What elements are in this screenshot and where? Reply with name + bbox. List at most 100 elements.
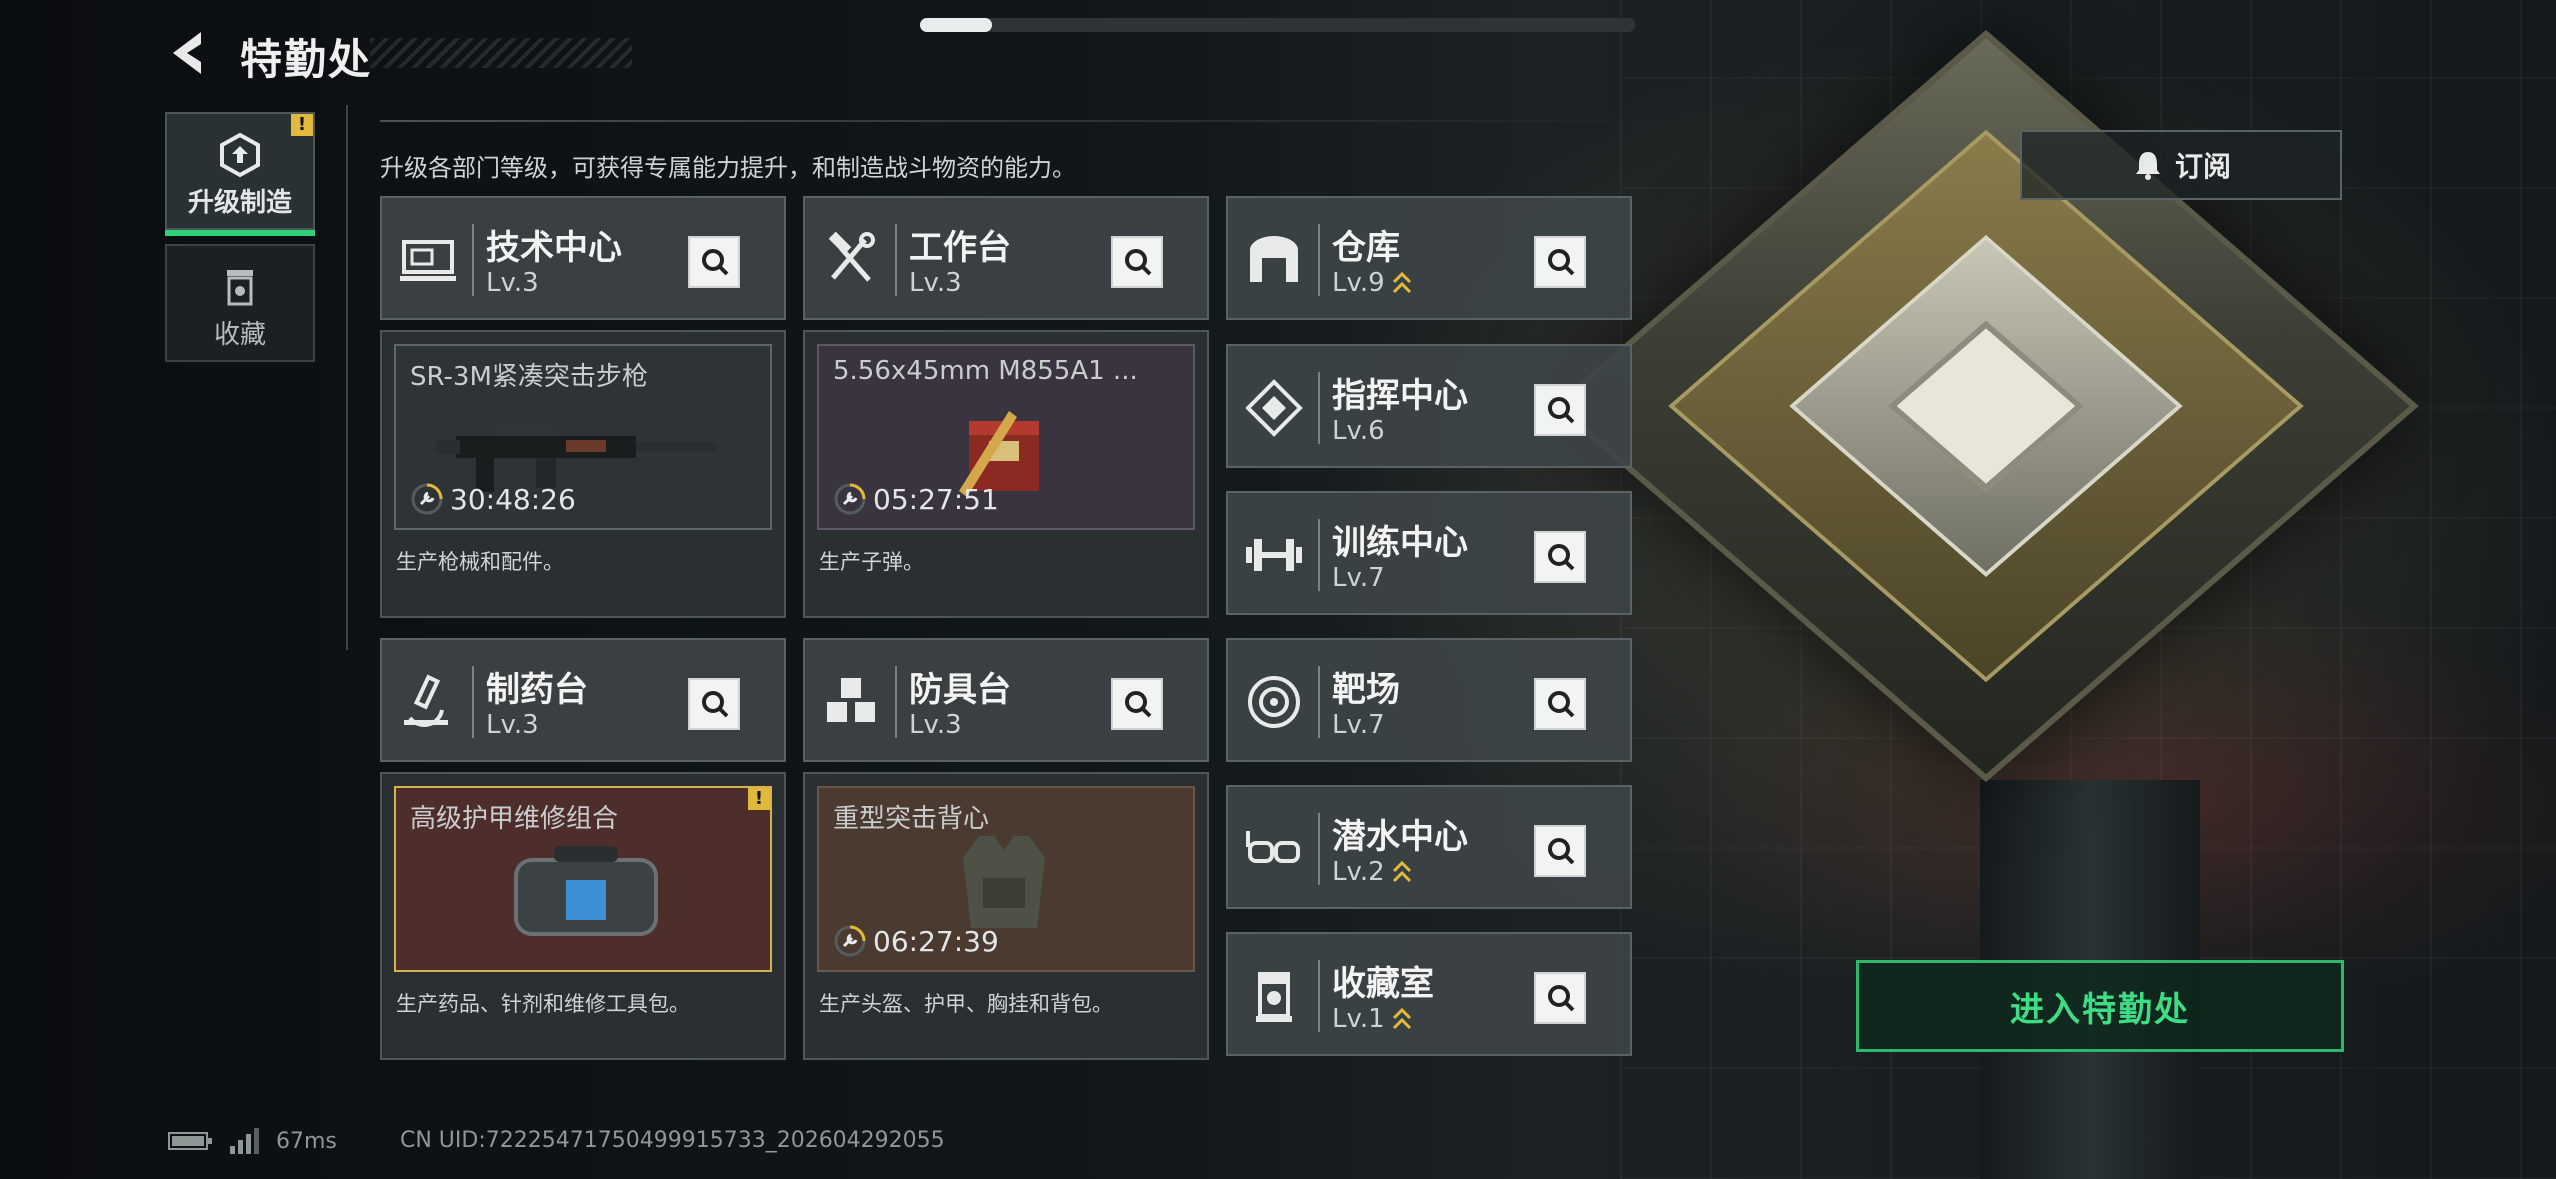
search-icon bbox=[1548, 544, 1575, 571]
level-text: Lv.2 bbox=[1332, 857, 1385, 887]
bell-icon bbox=[2135, 152, 2160, 180]
facility-level: Lv.3 bbox=[909, 268, 962, 298]
search-icon bbox=[702, 249, 729, 276]
diving-mask-icon bbox=[1246, 831, 1300, 863]
production-panel-pharmacy[interactable]: 高级护甲维修组合 ! 生产药品、针剂和维修工具包。 bbox=[380, 772, 786, 1060]
facility-name: 仓库 bbox=[1332, 228, 1400, 268]
timer-value: 05:27:51 bbox=[873, 482, 999, 516]
tech-center-icon bbox=[400, 240, 456, 281]
item-name: 高级护甲维修组合 bbox=[410, 804, 619, 834]
production-slot[interactable]: SR-3M紧凑突击步枪 30:48:26 bbox=[394, 344, 772, 530]
search-button[interactable] bbox=[1534, 972, 1586, 1024]
dumbbell-icon bbox=[1246, 539, 1302, 571]
page-subtitle: 升级各部门等级，可获得专属能力提升，和制造战斗物资的能力。 bbox=[380, 154, 1076, 182]
search-button[interactable] bbox=[1111, 236, 1163, 288]
alert-badge: ! bbox=[291, 114, 313, 136]
production-slot[interactable]: 高级护甲维修组合 ! bbox=[394, 786, 772, 972]
production-desc: 生产头盔、护甲、胸挂和背包。 bbox=[819, 992, 1113, 1016]
battery-icon bbox=[168, 1132, 212, 1150]
facility-card-diving-center[interactable]: 潜水中心 Lv.2 bbox=[1226, 785, 1632, 909]
search-button[interactable] bbox=[1534, 531, 1586, 583]
search-icon bbox=[1125, 249, 1152, 276]
facility-level: Lv.3 bbox=[486, 710, 539, 740]
production-slot[interactable]: 5.56x45mm M855A1 ... 05:27:51 bbox=[817, 344, 1195, 530]
wrench-timer-icon bbox=[834, 925, 866, 957]
facility-card-tech-center[interactable]: 技术中心 Lv.3 bbox=[380, 196, 786, 320]
facility-name: 训练中心 bbox=[1332, 523, 1468, 563]
search-icon bbox=[1548, 397, 1575, 424]
tab-upgrade-craft-label: 升级制造 bbox=[187, 188, 292, 218]
wrench-timer-icon bbox=[411, 483, 443, 515]
signal-icon bbox=[230, 1128, 259, 1154]
facility-level: Lv.7 bbox=[1332, 563, 1385, 593]
search-button[interactable] bbox=[1534, 384, 1586, 436]
back-arrow-icon[interactable] bbox=[165, 28, 215, 78]
search-icon bbox=[1548, 985, 1575, 1012]
production-panel-tech-center[interactable]: SR-3M紧凑突击步枪 30:48:26 生产枪械和配件。 bbox=[380, 330, 786, 618]
facility-card-training-center[interactable]: 训练中心 Lv.7 bbox=[1226, 491, 1632, 615]
facility-name: 防具台 bbox=[909, 670, 1011, 710]
search-button[interactable] bbox=[1534, 825, 1586, 877]
facility-card-workbench[interactable]: 工作台 Lv.3 bbox=[803, 196, 1209, 320]
production-panel-workbench[interactable]: 5.56x45mm M855A1 ... 05:27:51 生产子弹。 bbox=[803, 330, 1209, 618]
search-button[interactable] bbox=[1111, 678, 1163, 730]
facility-name: 工作台 bbox=[909, 228, 1011, 268]
subscribe-button[interactable]: 订阅 bbox=[2020, 130, 2342, 200]
item-name: 5.56x45mm M855A1 ... bbox=[833, 356, 1138, 386]
enter-special-ops-button[interactable]: 进入特勤处 bbox=[1856, 960, 2344, 1052]
tab-collection-label: 收藏 bbox=[213, 320, 266, 350]
repair-kit-bag-icon bbox=[514, 846, 658, 936]
item-name: SR-3M紧凑突击步枪 bbox=[410, 362, 648, 392]
facility-name: 收藏室 bbox=[1332, 964, 1434, 1004]
facility-level: Lv.9 bbox=[1332, 268, 1413, 298]
alert-badge: ! bbox=[748, 788, 770, 810]
armor-vest-icon bbox=[963, 836, 1045, 928]
search-icon bbox=[702, 691, 729, 718]
production-desc: 生产子弹。 bbox=[819, 550, 924, 574]
facility-card-collection-room[interactable]: 收藏室 Lv.1 bbox=[1226, 932, 1632, 1056]
command-center-icon bbox=[1245, 379, 1303, 437]
hammer-wrench-icon bbox=[828, 231, 875, 282]
search-icon bbox=[1548, 249, 1575, 276]
timer: 06:27:39 bbox=[833, 924, 999, 958]
subscribe-label: 订阅 bbox=[2174, 150, 2231, 183]
facility-name: 潜水中心 bbox=[1332, 817, 1468, 857]
target-icon bbox=[1248, 676, 1300, 728]
production-desc: 生产药品、针剂和维修工具包。 bbox=[396, 992, 690, 1016]
search-button[interactable] bbox=[688, 236, 740, 288]
production-desc: 生产枪械和配件。 bbox=[396, 550, 564, 574]
tab-upgrade-craft[interactable]: 升级制造 ! bbox=[165, 112, 315, 236]
facility-card-shooting-range[interactable]: 靶场 Lv.7 bbox=[1226, 638, 1632, 762]
facility-name: 指挥中心 bbox=[1332, 376, 1468, 416]
cubes-icon bbox=[827, 678, 875, 722]
divider-horizontal bbox=[380, 120, 1680, 122]
page-title: 特勤处 bbox=[240, 35, 373, 84]
search-button[interactable] bbox=[688, 678, 740, 730]
facility-level: Lv.6 bbox=[1332, 416, 1385, 446]
microscope-icon bbox=[404, 674, 448, 727]
search-button[interactable] bbox=[1534, 678, 1586, 730]
facility-card-armor-bench[interactable]: 防具台 Lv.3 bbox=[803, 638, 1209, 762]
search-icon bbox=[1548, 838, 1575, 865]
facility-name: 靶场 bbox=[1332, 670, 1400, 710]
timer-value: 06:27:39 bbox=[873, 924, 999, 958]
facility-card-command-center[interactable]: 指挥中心 Lv.6 bbox=[1226, 344, 1632, 468]
uid-text: CN UID:72225471750499915733_202604292055 bbox=[400, 1128, 945, 1153]
tab-collection[interactable]: 收藏 bbox=[165, 244, 315, 362]
facility-name: 技术中心 bbox=[486, 228, 622, 268]
status-bar: 67ms bbox=[168, 1128, 337, 1154]
wrench-timer-icon bbox=[834, 483, 866, 515]
production-slot[interactable]: 重型突击背心 06:27:39 bbox=[817, 786, 1195, 972]
upgrade-craft-icon bbox=[220, 132, 260, 178]
production-panel-armor-bench[interactable]: 重型突击背心 06:27:39 生产头盔、护甲、胸挂和背包。 bbox=[803, 772, 1209, 1060]
facility-card-warehouse[interactable]: 仓库 Lv.9 bbox=[1226, 196, 1632, 320]
level-text: Lv.9 bbox=[1332, 268, 1385, 298]
upgrade-chevron-icon bbox=[1392, 860, 1411, 882]
level-text: Lv.1 bbox=[1332, 1004, 1385, 1034]
search-button[interactable] bbox=[1534, 236, 1586, 288]
top-progress-bar bbox=[920, 18, 1635, 32]
warehouse-icon bbox=[1250, 236, 1298, 282]
upgrade-chevron-icon bbox=[1392, 1007, 1411, 1029]
facility-card-pharmacy[interactable]: 制药台 Lv.3 bbox=[380, 638, 786, 762]
timer-value: 30:48:26 bbox=[450, 482, 576, 516]
